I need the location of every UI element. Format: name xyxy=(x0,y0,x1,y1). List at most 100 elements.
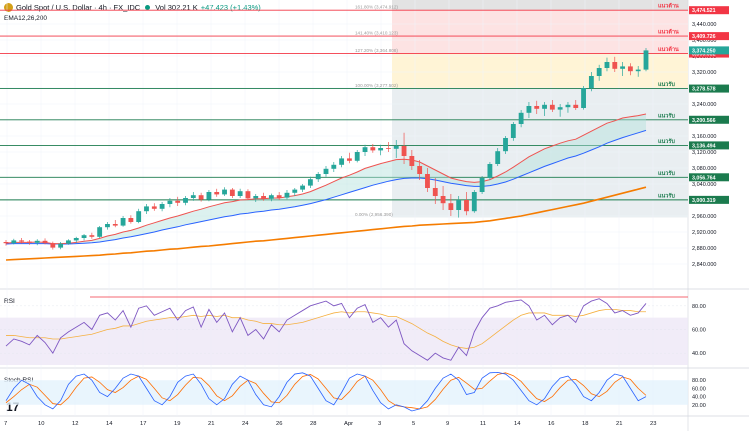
candle-body xyxy=(34,240,40,243)
x-tick-label: 21 xyxy=(208,421,214,427)
candle-body xyxy=(190,195,196,198)
candle-body xyxy=(581,88,586,108)
fib-zone-1618 xyxy=(392,10,688,37)
candle-body xyxy=(495,151,501,164)
level-price-label: 3,474.521 xyxy=(692,8,716,14)
candle-body xyxy=(565,104,571,108)
level-price-label: 3,409.726 xyxy=(692,34,716,40)
candle-body xyxy=(206,192,212,200)
x-tick-label: 16 xyxy=(548,421,554,427)
candle-body xyxy=(42,240,48,244)
level-price-label: 3,200.566 xyxy=(692,118,716,124)
candle-body xyxy=(487,164,493,178)
candle-body xyxy=(26,241,32,243)
candle-body xyxy=(456,200,462,210)
candle-body xyxy=(503,138,508,152)
candle-body xyxy=(175,200,181,203)
candle-body xyxy=(627,66,633,72)
candle-body xyxy=(58,243,64,248)
candle-body xyxy=(432,188,438,196)
x-tick-label: 28 xyxy=(310,421,316,427)
price-chart-svg[interactable]: 2,840.000 2,880.000 2,920.000 2,960.000 3,00… xyxy=(0,0,749,431)
rsi-y-tick: 80.00 xyxy=(692,304,706,310)
y-tick-label: 3,120.000 xyxy=(692,150,716,156)
candle-body xyxy=(612,62,618,69)
y-tick-label: 2,840.000 xyxy=(692,262,716,268)
candle-body xyxy=(588,76,594,88)
support-tag: แนวรับ xyxy=(658,81,675,88)
candle-body xyxy=(362,147,368,152)
candle-body xyxy=(635,69,641,72)
candle-body xyxy=(464,200,469,212)
candle-body xyxy=(222,189,227,195)
candle-body xyxy=(284,192,290,198)
resistance-tag: แนวต้าน xyxy=(658,2,679,10)
x-tick-label: 7 xyxy=(4,421,7,427)
stoch-y-tick: 80.00 xyxy=(692,378,706,384)
stoch-y-tick: 40.00 xyxy=(692,395,706,401)
candle-body xyxy=(346,158,352,161)
candle-body xyxy=(245,191,251,199)
y-tick-label: 3,320.000 xyxy=(692,70,716,76)
x-tick-label: 3 xyxy=(378,421,381,427)
x-tick-label: 21 xyxy=(616,421,622,427)
candle-body xyxy=(331,164,337,169)
fib-level-label: 0.00% (2,956.390) xyxy=(355,212,393,217)
stoch-y-tick: 60.00 xyxy=(692,386,706,392)
level-price-label: 3,056.764 xyxy=(692,175,716,181)
candle-body xyxy=(339,158,345,165)
candle-body xyxy=(81,235,87,238)
candle-body xyxy=(307,179,313,186)
candle-body xyxy=(534,106,540,109)
candle-body xyxy=(198,195,204,200)
candle-body xyxy=(401,146,407,156)
stoch-y-tick: 20.00 xyxy=(692,403,706,409)
x-tick-label: 14 xyxy=(106,421,113,427)
x-tick-label: 11 xyxy=(480,421,486,427)
candle-body xyxy=(370,147,376,151)
candle-body xyxy=(549,104,555,110)
level-price-label: 3,000.319 xyxy=(692,198,716,204)
candle-body xyxy=(479,178,485,192)
candle-body xyxy=(518,112,524,124)
last-price-label: 3,374.250 xyxy=(692,48,716,54)
candle-body xyxy=(144,206,149,212)
candle-body xyxy=(11,240,17,244)
x-tick-label: 23 xyxy=(650,421,656,427)
support-tag: แนวรับ xyxy=(658,138,675,145)
x-tick-label: 9 xyxy=(446,421,449,427)
y-tick-label: 3,040.000 xyxy=(692,182,716,188)
fib-level-label: 127.20% (3,364.808) xyxy=(355,48,398,53)
candle-body xyxy=(50,243,56,248)
fib-level-label: 100.00% (3,277.502) xyxy=(355,83,398,88)
candle-body xyxy=(112,224,118,226)
support-tag: แนวรับ xyxy=(658,192,675,199)
fib-level-label: 141.40% (3,410.123) xyxy=(355,31,398,36)
candle-body xyxy=(151,206,157,209)
candle-body xyxy=(409,156,415,166)
x-tick-label: 26 xyxy=(276,421,282,427)
candle-body xyxy=(66,240,71,244)
x-tick-label: 19 xyxy=(174,421,180,427)
candle-body xyxy=(315,174,321,180)
candle-body xyxy=(261,196,266,199)
level-price-label: 3,136.494 xyxy=(692,143,716,149)
x-tick-label: Apr xyxy=(344,421,353,427)
candle-body xyxy=(229,189,235,196)
stoch-band xyxy=(0,380,688,405)
candle-body xyxy=(105,224,110,228)
x-tick-label: 17 xyxy=(140,421,146,427)
candle-body xyxy=(167,200,173,204)
candle-body xyxy=(97,227,103,237)
candle-body xyxy=(268,195,274,199)
resistance-tag: แนวต้าน xyxy=(658,28,679,36)
candle-body xyxy=(620,66,626,69)
candle-body xyxy=(425,174,430,188)
candle-body xyxy=(300,185,306,190)
candle-body xyxy=(120,218,126,226)
y-tick-label: 3,440.000 xyxy=(692,22,716,28)
candle-body xyxy=(510,124,516,138)
candle-body xyxy=(643,50,649,70)
level-price-label: 3,278.578 xyxy=(692,87,716,93)
candle-body xyxy=(386,148,391,149)
